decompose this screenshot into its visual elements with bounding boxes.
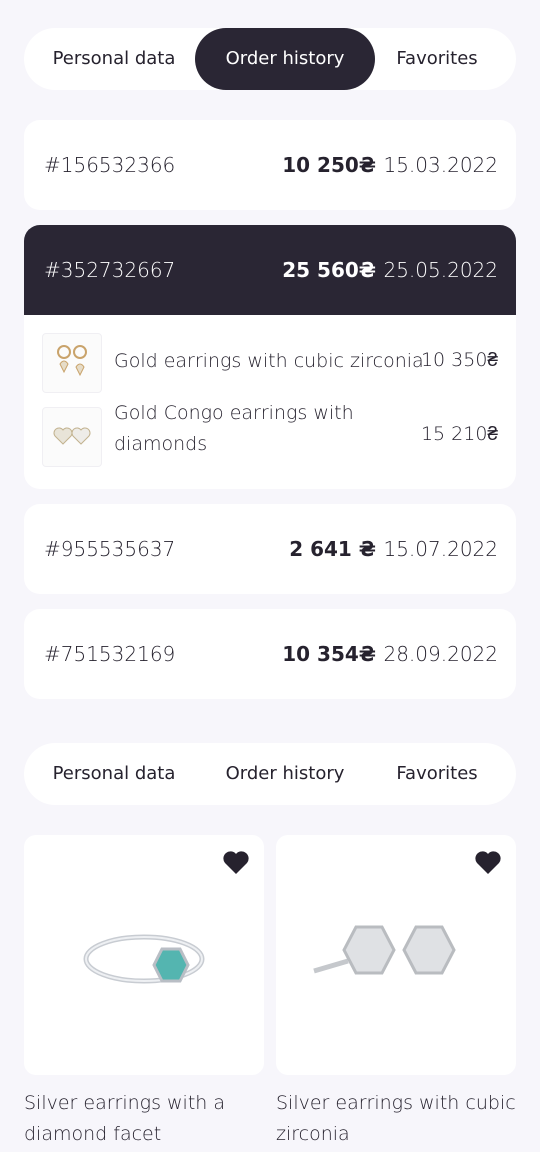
- product-name-line2: zirconia: [276, 1123, 350, 1145]
- order-items-panel: Gold earrings with cubic zirconia 10 350…: [24, 315, 516, 489]
- item-name-line1: Gold Congo earrings with: [114, 402, 354, 424]
- profile-tabs: Personal data Order history Favorites: [24, 28, 516, 90]
- order-row[interactable]: #156532366 10 250₴ 15.03.2022: [24, 120, 516, 210]
- item-price: 15 210₴: [420, 423, 498, 445]
- product-name[interactable]: Silver earrings with cubic zirconia: [276, 1088, 516, 1150]
- tab-order-history[interactable]: Order history: [195, 28, 375, 90]
- order-number: #955535637: [44, 537, 176, 561]
- product-name-line1: Silver earrings with cubic: [276, 1092, 516, 1114]
- tab-favorites[interactable]: Favorites: [377, 28, 497, 90]
- earrings-thumbnail: [42, 407, 102, 467]
- item-name: Gold earrings with cubic zirconia: [114, 350, 424, 372]
- product-name-line2: diamond facet: [24, 1123, 162, 1145]
- order-row[interactable]: #955535637 2 641 ₴ 15.07.2022: [24, 504, 516, 594]
- order-number: #156532366: [44, 153, 176, 177]
- heart-earrings-icon: [53, 427, 91, 445]
- order-sum: 10 250₴: [282, 153, 376, 177]
- order-number: #751532169: [44, 642, 176, 666]
- tab-personal-data[interactable]: Personal data: [34, 743, 194, 805]
- order-item[interactable]: Gold earrings with cubic zirconia 10 350…: [24, 333, 516, 393]
- order-sum: 10 354₴: [282, 642, 376, 666]
- ring-image: [83, 934, 205, 984]
- order-date: 15.07.2022: [383, 537, 498, 561]
- item-name-line2: diamonds: [114, 433, 208, 455]
- order-item[interactable]: Gold Congo earrings with diamonds 15 210…: [24, 402, 516, 467]
- order-row-expanded[interactable]: #352732667 25 560₴ 25.05.2022: [24, 225, 516, 315]
- order-date: 28.09.2022: [383, 642, 498, 666]
- product-card[interactable]: [276, 835, 516, 1075]
- tab-personal-data[interactable]: Personal data: [34, 28, 194, 90]
- order-sum: 2 641 ₴: [289, 537, 376, 561]
- order-date: 15.03.2022: [383, 153, 498, 177]
- item-price: 10 350₴: [420, 349, 498, 371]
- profile-tabs-secondary: Personal data Order history Favorites: [24, 743, 516, 805]
- product-card[interactable]: [24, 835, 264, 1075]
- tab-order-history[interactable]: Order history: [195, 743, 375, 805]
- order-date: 25.05.2022: [383, 258, 498, 282]
- product-name-line1: Silver earrings with a: [24, 1092, 226, 1114]
- stud-earrings-image: [313, 925, 456, 975]
- order-row[interactable]: #751532169 10 354₴ 28.09.2022: [24, 609, 516, 699]
- gold-earrings-icon: [57, 345, 87, 377]
- product-name[interactable]: Silver earrings with a diamond facet: [24, 1088, 264, 1150]
- earrings-thumbnail: [42, 333, 102, 393]
- order-number: #352732667: [44, 258, 176, 282]
- tab-favorites[interactable]: Favorites: [377, 743, 497, 805]
- order-sum: 25 560₴: [282, 258, 376, 282]
